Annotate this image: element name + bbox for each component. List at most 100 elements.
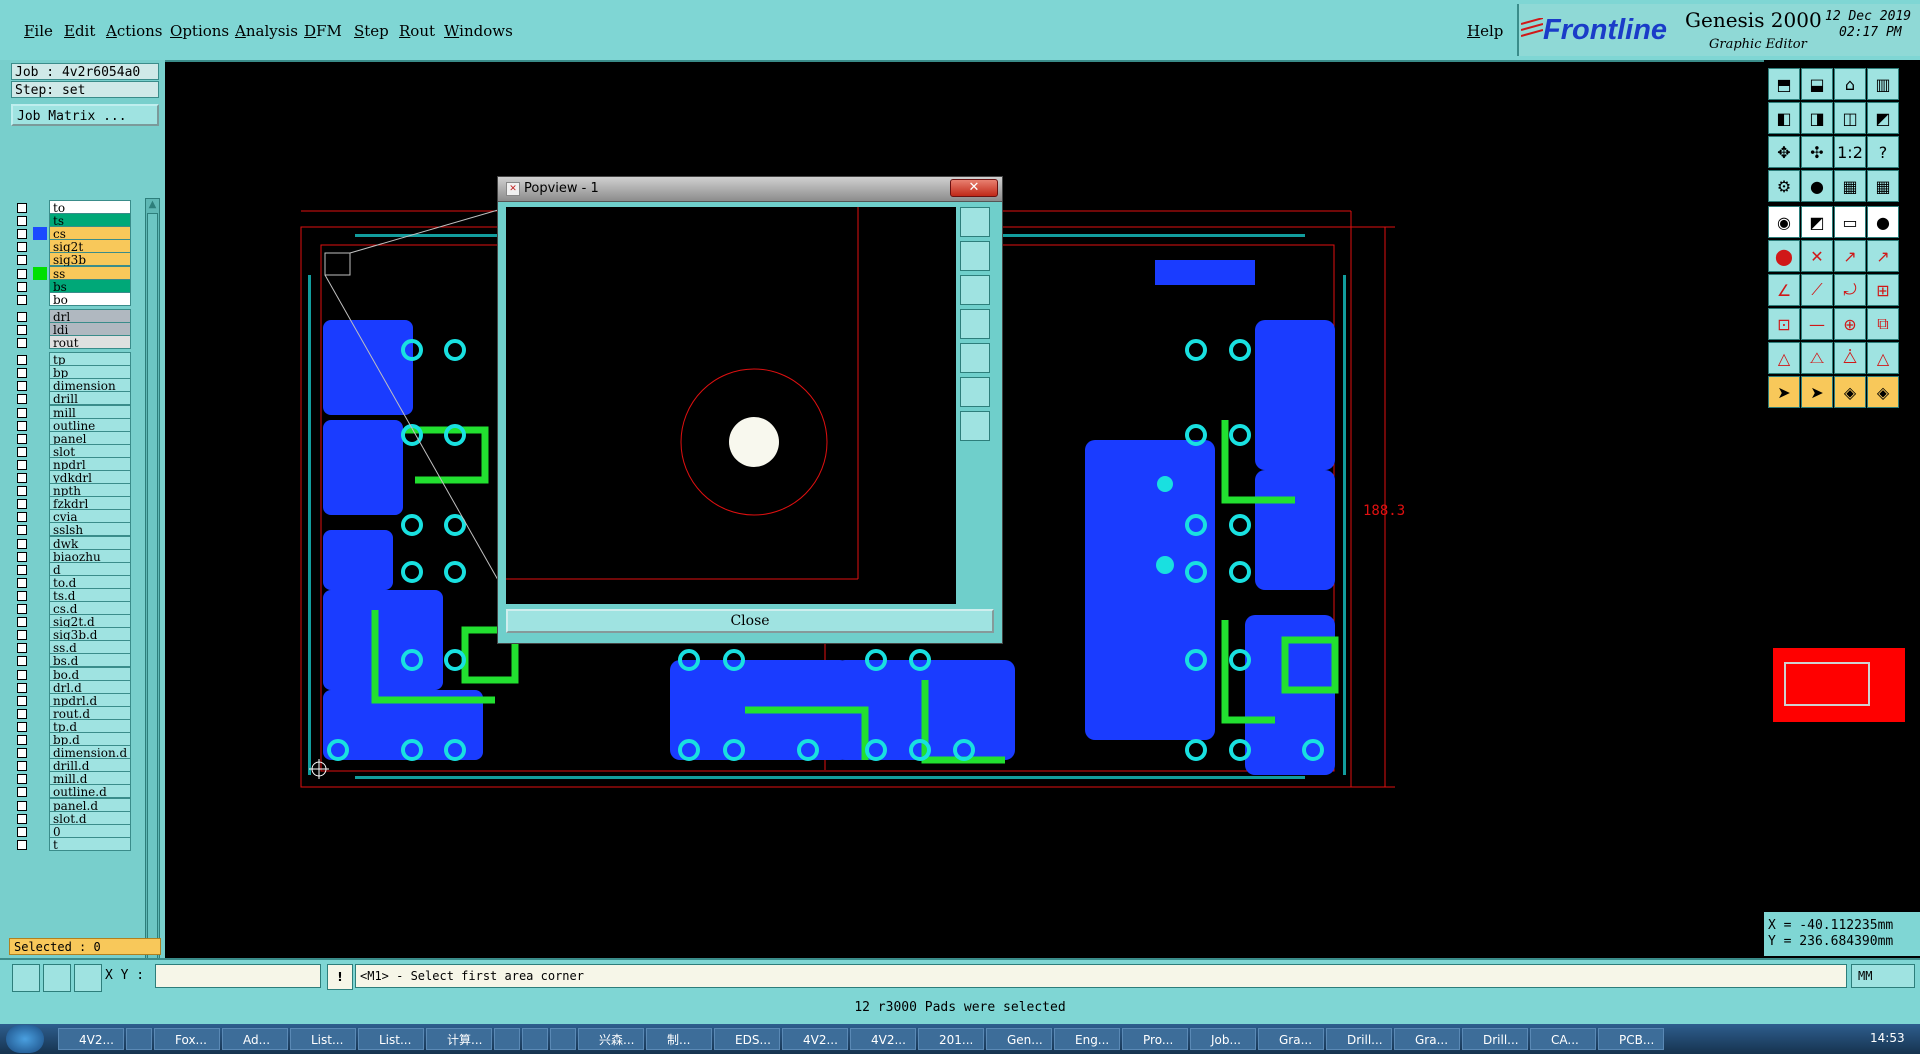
layer-checkbox[interactable] [17,826,27,837]
popview-close-button[interactable]: Close [506,609,994,633]
taskbar-item[interactable]: 4V2... [850,1028,916,1050]
dfm-icon[interactable]: ⊞ [1867,274,1899,306]
layer-checkbox[interactable] [17,695,27,706]
layer-checkbox[interactable] [17,216,27,227]
select-icon[interactable]: ➤ [1768,376,1800,408]
menu-edit[interactable]: Edit [64,22,95,40]
layer-checkbox[interactable] [17,721,27,732]
layer-name[interactable]: npth [49,483,131,498]
layer-name[interactable]: bs.d [49,653,131,668]
layout-icon[interactable]: ▥ [1867,68,1899,100]
layer-name[interactable]: drl [49,308,131,324]
layer-name[interactable]: bo [49,291,131,307]
layer-name[interactable]: ss [49,265,131,281]
taskbar-item[interactable]: 制... [646,1028,712,1050]
layer-checkbox[interactable] [17,268,27,279]
layer-name[interactable]: cs.d [49,601,131,616]
layer-checkbox[interactable] [17,564,27,575]
layer-checkbox[interactable] [17,551,27,562]
layer-checkbox[interactable] [17,407,27,418]
layer-name[interactable]: d [49,561,131,577]
add-rect-icon[interactable]: ▭ [1834,206,1866,238]
layer-checkbox[interactable] [17,499,27,510]
layer-name[interactable]: ldi [49,321,131,337]
taskbar-item[interactable]: Ad... [222,1028,288,1050]
layer-name[interactable]: sig3b.d [49,627,131,642]
taskbar-item[interactable]: 兴森... [578,1028,644,1050]
layer-checkbox[interactable] [17,203,27,213]
layer-name[interactable]: mill [49,404,131,420]
popview-pan-up-button[interactable] [960,241,990,271]
layer-name[interactable]: ydkdrl [49,470,131,485]
layer-checkbox[interactable] [17,617,27,628]
popview-zoom-out-button[interactable] [960,411,990,441]
taskbar-item[interactable]: Drill... [1462,1028,1528,1050]
layer-name[interactable]: cvia [49,509,131,524]
layer-checkbox[interactable] [17,813,27,824]
layer-name[interactable]: dwk [49,535,131,551]
popview-pan-left-button[interactable] [960,309,990,339]
layer-name[interactable]: ts [49,213,131,228]
grid-icon[interactable] [74,964,102,992]
layer-name[interactable]: dimension.d [49,745,131,760]
home-icon[interactable]: ⌂ [1834,68,1866,100]
layer-checkbox[interactable] [17,486,27,497]
taskbar-item[interactable]: 201... [918,1028,984,1050]
route-icon[interactable]: ▦ [1834,170,1866,202]
layer-checkbox[interactable] [17,281,27,292]
triangle-4-icon[interactable]: △ [1867,342,1899,374]
layer-name[interactable]: rout.d [49,705,131,721]
layer-name[interactable]: bp [49,365,131,380]
layer-checkbox[interactable] [17,669,27,680]
overview-view-rect[interactable] [1784,662,1870,706]
popview-zoom-fit-button[interactable] [960,207,990,237]
connect-icon[interactable]: ⬤ [1768,240,1800,272]
pan-left-icon[interactable]: ◧ [1768,102,1800,134]
zoom-home-icon[interactable]: ✣ [1801,136,1833,168]
layer-checkbox[interactable] [17,643,27,654]
layer-name[interactable]: drl.d [49,679,131,695]
taskbar-item[interactable]: Gra... [1258,1028,1324,1050]
taskbar-item[interactable] [126,1028,152,1050]
popview-canvas[interactable] [506,207,956,604]
taskbar-item[interactable]: Gen... [986,1028,1052,1050]
snap-icon[interactable] [12,964,40,992]
layer-checkbox[interactable] [17,774,27,785]
layer-checkbox[interactable] [17,604,27,614]
layer-checkbox[interactable] [17,512,27,523]
horizontal-icon[interactable]: — [1801,308,1833,340]
zoom-fit-icon[interactable]: ✥ [1768,136,1800,168]
info-icon[interactable]: ! [327,964,353,990]
layer-checkbox[interactable] [17,538,27,549]
layer-checkbox[interactable] [17,420,27,431]
layer-name[interactable]: to.d [49,574,131,590]
layer-checkbox[interactable] [17,577,27,588]
select-4-icon[interactable]: ◈ [1867,376,1899,408]
save-icon[interactable]: ⬓ [1801,68,1833,100]
layer-checkbox[interactable] [17,656,27,667]
layer-checkbox[interactable] [17,630,27,641]
taskbar-item[interactable] [550,1028,576,1050]
taskbar-item[interactable] [494,1028,520,1050]
line-node-icon[interactable]: ↗ [1834,240,1866,272]
triangle-icon[interactable]: △ [1768,342,1800,374]
add-pad-icon[interactable]: ◉ [1768,206,1800,238]
taskbar-item[interactable]: Gra... [1394,1028,1460,1050]
diagonal-icon[interactable]: ⟋ [1801,274,1833,306]
probe-icon[interactable]: ● [1801,170,1833,202]
taskbar-item[interactable]: List... [358,1028,424,1050]
triangle-3-icon[interactable]: ⧊ [1834,342,1866,374]
layer-checkbox[interactable] [17,735,27,745]
layer-name[interactable]: bs [49,278,131,294]
layer-checkbox[interactable] [17,839,27,850]
measure-icon[interactable] [43,964,71,992]
layer-name[interactable]: slot.d [49,810,131,826]
overview-thumbnail[interactable] [1773,648,1905,722]
xy-input[interactable] [155,964,321,988]
select-3-icon[interactable]: ◈ [1834,376,1866,408]
layer-checkbox[interactable] [17,473,27,483]
help-icon[interactable]: ? [1867,136,1899,168]
select-2-icon[interactable]: ➤ [1801,376,1833,408]
copy-icon[interactable]: ⧉ [1867,308,1899,340]
zoom-1-2-icon[interactable]: 1:2 [1834,136,1866,168]
